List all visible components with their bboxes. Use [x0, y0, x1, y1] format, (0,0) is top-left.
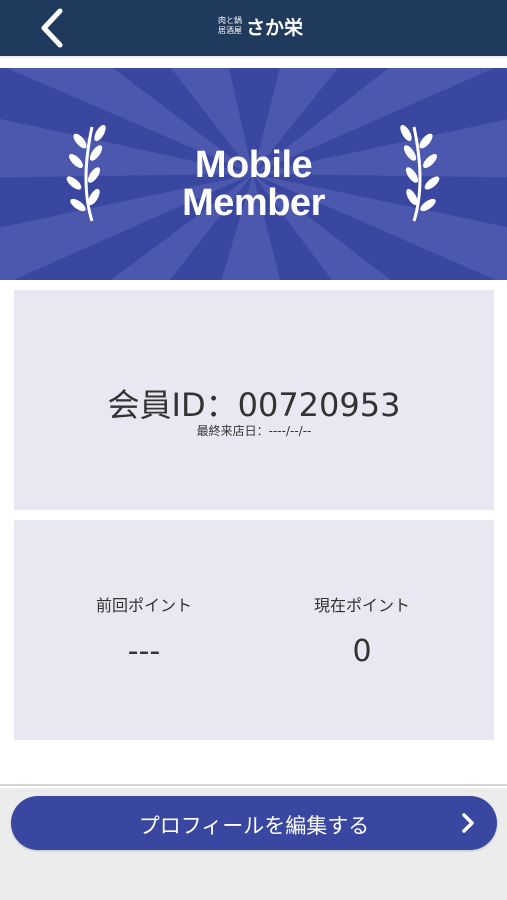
- previous-points-value: ---: [127, 634, 161, 669]
- points-card: 前回ポイント --- 現在ポイント 0: [14, 520, 494, 740]
- member-banner: Mobile Member: [0, 68, 507, 280]
- edit-profile-label: プロフィールを編集する: [138, 814, 370, 838]
- member-id: 会員ID：00720953: [107, 386, 401, 424]
- last-visit-date: 最終来店日：----/--/--: [196, 424, 312, 438]
- logo-name: さか栄: [246, 17, 304, 39]
- previous-points-label: 前回ポイント: [95, 596, 192, 615]
- current-points-label: 現在ポイント: [313, 596, 410, 615]
- main-content: Mobile Member 会員ID：00720953 最終来店日：----/-…: [0, 58, 507, 788]
- current-points: 現在ポイント 0: [242, 592, 482, 669]
- chevron-left-icon: [41, 8, 63, 48]
- divider: [0, 784, 507, 786]
- member-id-card: 会員ID：00720953 最終来店日：----/--/--: [14, 290, 494, 510]
- banner-title: Mobile Member: [0, 146, 507, 222]
- current-points-value: 0: [352, 634, 372, 669]
- logo-small-line2: 居酒屋: [218, 26, 242, 35]
- back-button[interactable]: [34, 6, 74, 50]
- chevron-right-icon: [462, 813, 474, 833]
- banner-title-line1: Mobile: [194, 144, 313, 186]
- app-header: 肉と鍋 居酒屋 さか栄: [0, 0, 507, 56]
- previous-points: 前回ポイント ---: [24, 592, 264, 669]
- banner-title-line2: Member: [182, 182, 325, 224]
- edit-profile-button[interactable]: プロフィールを編集する: [11, 796, 497, 850]
- logo-small-line1: 肉と鍋: [218, 16, 242, 25]
